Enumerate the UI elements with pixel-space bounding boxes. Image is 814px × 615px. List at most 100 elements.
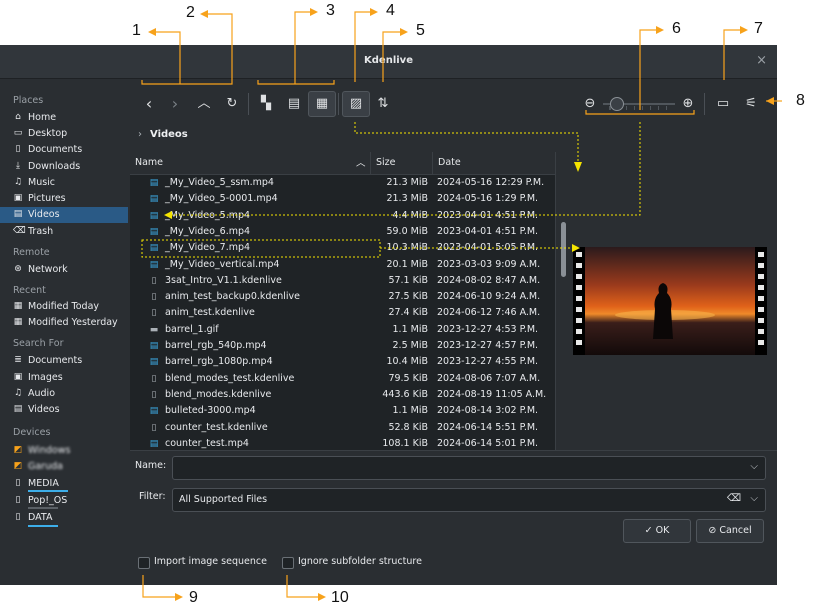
pictures-icon: ▣	[13, 193, 23, 203]
table-row[interactable]: ▤ _My_Video_7.mp4 10.3 MiB 2023-04-01 5:05 …	[130, 240, 555, 256]
table-row[interactable]: ▯ blend_modes.kdenlive 443.6 KiB 2024-08-19…	[130, 387, 555, 403]
sidebar-item-device-popos[interactable]: ▯ Pop!_OS	[0, 493, 128, 509]
sidebar-item-desktop[interactable]: ▭ Desktop	[0, 126, 128, 142]
file-size: 1.1 MiB	[392, 405, 428, 417]
up-button[interactable]: ︿	[191, 92, 217, 116]
table-row[interactable]: ▤ barrel_rgb_540p.mp4 2.5 MiB 2023-12-27 4:…	[130, 338, 555, 354]
options-icon[interactable]: ⚟	[738, 92, 764, 116]
sidebar-item-device-garuda[interactable]: ◩ Garuda	[0, 459, 128, 475]
detail-view-button[interactable]: ▦	[308, 91, 336, 117]
preview-toggle-button[interactable]: ▨	[342, 91, 370, 117]
file-size: 443.6 KiB	[382, 388, 428, 400]
table-row[interactable]: ▯ anim_test_backup0.kdenlive 27.5 KiB 2024-…	[130, 289, 555, 305]
table-row[interactable]: ▤ barrel_rgb_1080p.mp4 10.4 MiB 2023-12-27 …	[130, 354, 555, 370]
new-folder-icon[interactable]: ▭	[710, 92, 736, 116]
sidebar-item-search-images[interactable]: ▣ Images	[0, 370, 128, 386]
cancel-button[interactable]: ⊘ Cancel	[696, 519, 764, 543]
table-row[interactable]: ▯ counter_test.kdenlive 52.8 KiB 2024-06-14…	[130, 420, 555, 436]
sidebar-item-documents[interactable]: ▯ Documents	[0, 142, 128, 158]
table-row[interactable]: ▤ _My_Video_5-0001.mp4 21.3 MiB 2024-05-16 …	[130, 191, 555, 207]
file-date: 2023-04-01 5:05 P.M.	[437, 242, 539, 254]
name-field[interactable]: ⌵	[172, 456, 766, 480]
video-file-icon: ▤	[149, 210, 159, 221]
table-row[interactable]: ▯ anim_test.kdenlive 27.4 KiB 2024-06-12 7:…	[130, 305, 555, 321]
video-file-icon: ▤	[149, 226, 159, 237]
callout-5: 5	[416, 22, 425, 39]
video-file-icon: ▤	[149, 406, 159, 417]
back-button[interactable]: ‹	[136, 92, 162, 116]
video-preview-thumbnail	[573, 247, 767, 355]
sidebar-item-home[interactable]: ⌂ Home	[0, 110, 128, 126]
import-sequence-checkbox[interactable]	[138, 557, 150, 569]
clear-icon[interactable]: ⌫	[727, 493, 741, 504]
ignore-subfolder-checkbox[interactable]	[282, 557, 294, 569]
filter-label: Filter:	[139, 491, 166, 502]
sidebar-item-videos[interactable]: ▤ Videos	[0, 207, 128, 223]
chevron-down-icon[interactable]: ⌵	[750, 493, 758, 504]
sort-button[interactable]: ⇅	[370, 92, 396, 116]
file-name: _My_Video_5_ssm.mp4	[165, 177, 274, 188]
column-size[interactable]: Size	[376, 157, 396, 168]
file-size: 1.1 MiB	[392, 323, 428, 335]
table-row[interactable]: ▤ _My_Video_5_ssm.mp4 21.3 MiB 2024-05-16 1…	[130, 175, 555, 191]
usage-bar	[28, 490, 68, 492]
sidebar-item-network[interactable]: ⊛ Network	[0, 262, 128, 278]
usage-bar	[28, 507, 58, 509]
sidebar-item-modified-today[interactable]: ▦ Modified Today	[0, 299, 128, 315]
table-row[interactable]: ▤ _My_Video_6.mp4 59.0 MiB 2023-04-01 4:51 …	[130, 224, 555, 240]
forward-button[interactable]: ›	[162, 92, 188, 116]
file-name: barrel_rgb_540p.mp4	[165, 340, 267, 351]
column-name[interactable]: Name	[135, 157, 163, 168]
table-row[interactable]: ▯ 3sat_Intro_V1.1.kdenlive 57.1 KiB 2024-08…	[130, 273, 555, 289]
zoom-out-icon[interactable]: ⊖	[580, 92, 600, 116]
table-row[interactable]: ▬ barrel_1.gif 1.1 MiB 2023-12-27 4:53 P.M.	[130, 322, 555, 338]
devices-header: Devices	[13, 427, 51, 438]
zoom-in-icon[interactable]: ⊕	[678, 92, 698, 116]
table-row[interactable]: ▤ counter_test.mp4 108.1 KiB 2024-06-14 5:0…	[130, 436, 555, 450]
column-date[interactable]: Date	[438, 157, 461, 168]
table-row[interactable]: ▤ _My_Video_5.mp4 4.4 MiB 2023-04-01 4:51 P…	[130, 208, 555, 224]
sidebar-item-device-data[interactable]: ▯ DATA	[0, 510, 128, 526]
zoom-slider-handle[interactable]	[609, 97, 624, 111]
window-title: Kdenlive	[364, 55, 413, 66]
image-file-icon: ▬	[149, 324, 159, 335]
music-icon: ♫	[13, 177, 23, 187]
sidebar-item-pictures[interactable]: ▣ Pictures	[0, 191, 128, 207]
sidebar-item-search-videos[interactable]: ▤ Videos	[0, 402, 128, 418]
sidebar-item-downloads[interactable]: ⤓ Downloads	[0, 159, 128, 175]
icons-view-button[interactable]: ▚	[253, 92, 279, 116]
zoom-slider[interactable]	[603, 97, 675, 111]
callout-7: 7	[754, 20, 763, 37]
file-name: counter_test.kdenlive	[165, 421, 268, 433]
sidebar-item-music[interactable]: ♫ Music	[0, 175, 128, 191]
sidebar-item-modified-yesterday[interactable]: ▦ Modified Yesterday	[0, 315, 128, 331]
list-header: Name ︿ Size Date	[130, 152, 555, 175]
column-divider[interactable]	[432, 152, 433, 174]
sidebar-item-search-documents[interactable]: ≣ Documents	[0, 353, 128, 369]
ok-button[interactable]: ✓ OK	[623, 519, 691, 543]
sidebar-item-device-windows[interactable]: ◩ Windows	[0, 443, 128, 459]
reload-button[interactable]: ↻	[219, 92, 245, 116]
sidebar-item-search-audio[interactable]: ♫ Audio	[0, 386, 128, 402]
sidebar-item-trash[interactable]: ⌫ Trash	[0, 224, 128, 240]
table-row[interactable]: ▯ blend_modes_test.kdenlive 79.5 KiB 2024-0…	[130, 371, 555, 387]
scrollbar-thumb[interactable]	[561, 222, 566, 277]
breadcrumb[interactable]: › Videos	[138, 129, 188, 140]
file-list-scrollbar[interactable]	[555, 152, 572, 450]
table-row[interactable]: ▤ _My_Video_vertical.mp4 20.1 MiB 2023-03-0…	[130, 257, 555, 273]
close-icon[interactable]: ×	[756, 53, 767, 68]
chevron-down-icon[interactable]: ⌵	[750, 461, 758, 472]
table-row[interactable]: ▤ bulleted-3000.mp4 1.1 MiB 2024-08-14 3:02…	[130, 403, 555, 419]
videos-icon: ▤	[13, 209, 23, 219]
column-divider[interactable]	[370, 152, 371, 174]
callout-4: 4	[386, 2, 395, 19]
file-size: 27.4 KiB	[388, 307, 428, 319]
places-sidebar: Places ⌂ Home ▭ Desktop ▯ Documents ⤓ Downlo…	[0, 79, 128, 585]
cancel-icon: ⊘	[708, 525, 717, 536]
filter-combo[interactable]: All Supported Files ⌫ ⌵	[172, 488, 766, 512]
file-name: anim_test_backup0.kdenlive	[165, 291, 301, 303]
audio-icon: ♫	[13, 388, 23, 398]
check-icon: ✓	[644, 525, 653, 536]
file-name: blend_modes_test.kdenlive	[165, 372, 295, 384]
compact-view-button[interactable]: ▤	[281, 92, 307, 116]
